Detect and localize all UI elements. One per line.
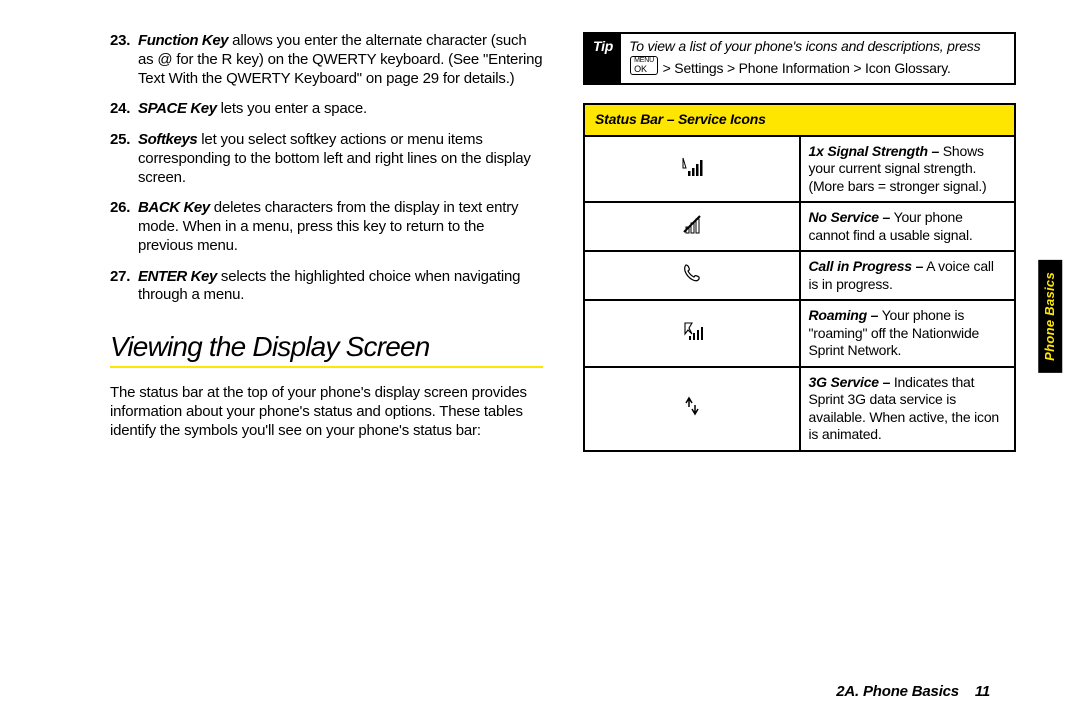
- left-column: Function Key allows you enter the altern…: [110, 32, 543, 454]
- section-paragraph: The status bar at the top of your phone'…: [110, 384, 543, 440]
- key-term: BACK Key: [138, 199, 210, 216]
- row-term: Roaming –: [809, 307, 879, 323]
- list-item: ENTER Key selects the highlighted choice…: [110, 268, 543, 306]
- status-bar-table: Status Bar – Service Icons 1x Signal Str…: [583, 103, 1016, 452]
- tip-body: To view a list of your phone's icons and…: [621, 34, 1014, 83]
- tip-body-path: > Settings > Phone Information > Icon Gl…: [659, 60, 951, 76]
- roaming-icon: [584, 300, 800, 367]
- row-term: 1x Signal Strength –: [809, 143, 940, 159]
- page-footer: 2A. Phone Basics 11: [836, 683, 990, 702]
- side-tab: Phone Basics: [1038, 260, 1062, 373]
- table-cell: Roaming – Your phone is "roaming" off th…: [800, 300, 1016, 367]
- section-heading: Viewing the Display Screen: [110, 329, 543, 364]
- list-item: Softkeys let you select softkey actions …: [110, 131, 543, 187]
- table-cell: 1x Signal Strength – Shows your current …: [800, 136, 1016, 203]
- table-row: Call in Progress – A voice call is in pr…: [584, 251, 1015, 300]
- no-service-icon: [584, 202, 800, 251]
- two-column-layout: Function Key allows you enter the altern…: [110, 32, 1016, 454]
- call-in-progress-icon: [584, 251, 800, 300]
- three-g-service-icon: [584, 367, 800, 451]
- row-term: 3G Service –: [809, 374, 891, 390]
- key-term: SPACE Key: [138, 100, 217, 117]
- table-row: No Service – Your phone cannot find a us…: [584, 202, 1015, 251]
- footer-page-number: 11: [975, 683, 990, 700]
- footer-section: 2A. Phone Basics: [836, 683, 959, 700]
- numbered-key-list: Function Key allows you enter the altern…: [110, 32, 543, 305]
- heading-rule: [110, 366, 543, 368]
- tip-label: Tip: [585, 34, 621, 83]
- row-term: Call in Progress –: [809, 258, 924, 274]
- table-row: Roaming – Your phone is "roaming" off th…: [584, 300, 1015, 367]
- list-item: Function Key allows you enter the altern…: [110, 32, 543, 88]
- table-row: 1x Signal Strength – Shows your current …: [584, 136, 1015, 203]
- tip-body-start: To view a list of your phone's icons and…: [629, 38, 980, 54]
- table-header: Status Bar – Service Icons: [584, 104, 1015, 136]
- table-row: 3G Service – Indicates that Sprint 3G da…: [584, 367, 1015, 451]
- table-cell: 3G Service – Indicates that Sprint 3G da…: [800, 367, 1016, 451]
- row-term: No Service –: [809, 209, 891, 225]
- key-desc: let you select softkey actions or menu i…: [138, 131, 531, 186]
- page: Function Key allows you enter the altern…: [0, 0, 1080, 720]
- right-column: Tip To view a list of your phone's icons…: [583, 32, 1016, 454]
- list-item: BACK Key deletes characters from the dis…: [110, 199, 543, 255]
- table-cell: Call in Progress – A voice call is in pr…: [800, 251, 1016, 300]
- key-desc: lets you enter a space.: [217, 100, 367, 117]
- key-term: ENTER Key: [138, 268, 217, 285]
- tip-box: Tip To view a list of your phone's icons…: [583, 32, 1016, 85]
- key-term: Softkeys: [138, 131, 197, 148]
- menu-ok-key-icon: MENUOK: [630, 56, 658, 76]
- list-item: SPACE Key lets you enter a space.: [110, 100, 543, 119]
- table-cell: No Service – Your phone cannot find a us…: [800, 202, 1016, 251]
- signal-strength-icon: [584, 136, 800, 203]
- key-term: Function Key: [138, 32, 228, 49]
